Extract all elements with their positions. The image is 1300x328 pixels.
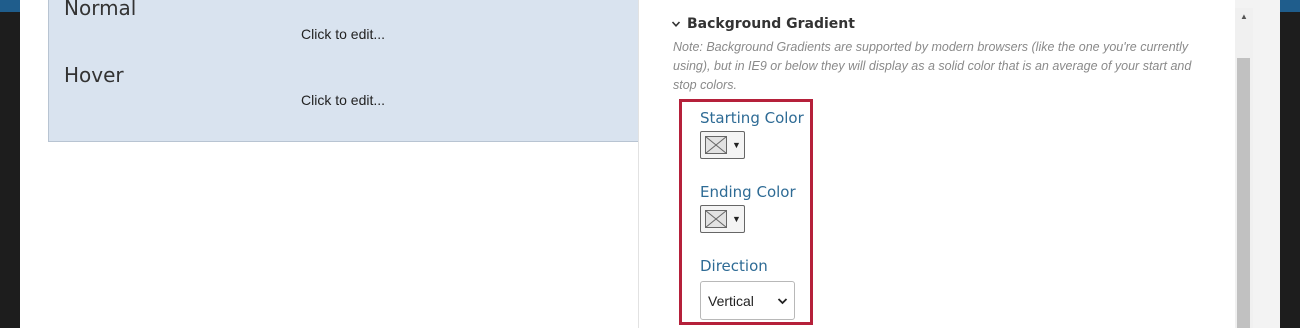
backdrop-accent-right [1280, 0, 1300, 12]
ending-color-picker[interactable]: ▼ [700, 205, 745, 233]
no-color-swatch-icon [705, 210, 727, 228]
backdrop-accent-left [0, 0, 20, 12]
dropdown-caret-icon: ▼ [732, 214, 741, 224]
gradient-controls-highlight: Starting Color ▼ Ending Color ▼ Directio… [679, 99, 813, 325]
backdrop-left [0, 0, 20, 328]
no-color-swatch-icon [705, 136, 727, 154]
gradient-support-note: Note: Background Gradients are supported… [673, 40, 1192, 92]
scroll-up-arrow-icon[interactable]: ▲ [1235, 8, 1253, 24]
backdrop-right [1280, 0, 1300, 328]
chevron-down-icon [777, 297, 788, 304]
direction-label: Direction [700, 257, 768, 275]
settings-panel: Background Gradient Note: Background Gra… [638, 0, 1280, 328]
dropdown-caret-icon: ▼ [732, 140, 741, 150]
background-gradient-toggle[interactable]: Background Gradient [671, 16, 855, 32]
hover-click-to-edit[interactable]: Click to edit... [301, 92, 385, 108]
style-editor-modal: Normal Click to edit... Hover Click to e… [20, 0, 1280, 328]
ending-color-label: Ending Color [700, 183, 796, 201]
normal-click-to-edit[interactable]: Click to edit... [301, 26, 385, 42]
scrollbar-thumb[interactable] [1237, 58, 1250, 328]
direction-select[interactable]: Vertical [700, 281, 795, 320]
starting-color-picker[interactable]: ▼ [700, 131, 745, 159]
starting-color-label: Starting Color [700, 109, 804, 127]
settings-content: Background Gradient Note: Background Gra… [639, 0, 1235, 328]
section-title: Background Gradient [687, 16, 855, 32]
state-label-hover: Hover [64, 63, 124, 87]
style-preview: Normal Click to edit... Hover Click to e… [48, 0, 640, 142]
vertical-scrollbar[interactable]: ▲ [1235, 8, 1253, 328]
state-label-normal: Normal [64, 0, 137, 20]
direction-value: Vertical [708, 292, 754, 309]
chevron-down-icon [671, 21, 681, 27]
